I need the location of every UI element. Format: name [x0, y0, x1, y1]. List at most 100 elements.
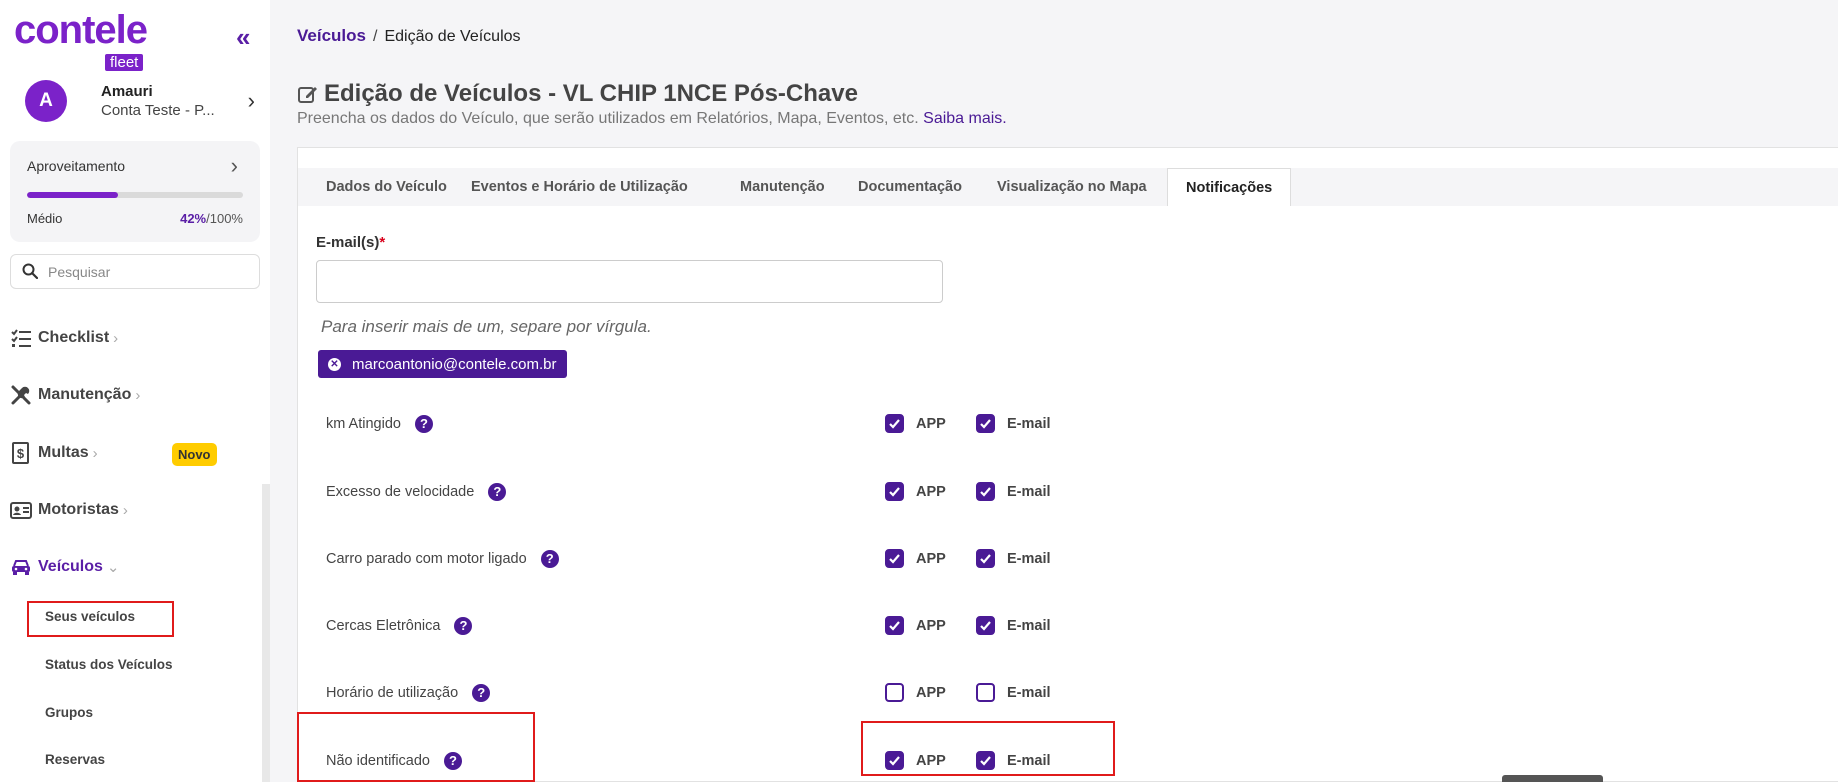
- fine-ticket-icon: $: [12, 442, 29, 464]
- app-checkbox-label: APP: [916, 550, 946, 567]
- edit-icon: [298, 87, 317, 103]
- app-checkbox[interactable]: APP: [885, 683, 946, 702]
- checkbox-box[interactable]: [885, 549, 904, 568]
- page-subtitle: Preencha os dados do Veículo, que serão …: [297, 110, 1007, 128]
- chevron-down-icon: ⌄: [106, 559, 120, 576]
- user-profile[interactable]: A Amauri Conta Teste - P... ›: [25, 80, 255, 124]
- app-checkbox[interactable]: APP: [885, 482, 946, 501]
- notification-label: Excesso de velocidade?: [326, 483, 507, 501]
- checkmark-icon: [980, 554, 991, 564]
- breadcrumb-separator: /: [372, 28, 378, 45]
- notification-label: Carro parado com motor ligado?: [326, 550, 559, 568]
- app-checkbox[interactable]: APP: [885, 414, 946, 433]
- usage-card[interactable]: Aproveitamento › Médio 42%/100%: [10, 141, 260, 242]
- page-subtitle-text: Preencha os dados do Veículo, que serão …: [297, 110, 919, 127]
- highlight-box: [27, 601, 174, 637]
- logo-text: contele: [14, 8, 148, 52]
- sidebar-item-multas[interactable]: $ Multas ›: [10, 438, 98, 468]
- app-checkbox-label: APP: [916, 617, 946, 634]
- email-hint: Para inserir mais de um, separe por vírg…: [321, 317, 652, 336]
- help-icon[interactable]: ?: [488, 483, 507, 501]
- notification-label-text: Cercas Eletrônica: [326, 618, 441, 634]
- sidebar-item-manutencao[interactable]: Manutenção ›: [10, 380, 140, 410]
- email-label: E-mail(s)*: [316, 234, 385, 251]
- sidebar-item-label: Motoristas: [38, 501, 119, 518]
- sidebar-item-motoristas[interactable]: Motoristas ›: [10, 495, 128, 525]
- checkbox-box[interactable]: [885, 616, 904, 635]
- email-input[interactable]: [316, 260, 943, 303]
- checkbox-box[interactable]: [885, 683, 904, 702]
- usage-percent-total: /100%: [206, 211, 243, 226]
- email-checkbox-label: E-mail: [1007, 684, 1051, 701]
- app-checkbox[interactable]: APP: [885, 549, 946, 568]
- sidebar: contele fleet « A Amauri Conta Teste - P…: [0, 0, 270, 782]
- logo[interactable]: contele fleet: [14, 8, 148, 71]
- app-checkbox[interactable]: APP: [885, 616, 946, 635]
- notification-label: Horário de utilização?: [326, 684, 491, 702]
- sidebar-item-label: Veículos: [38, 558, 103, 575]
- checkbox-box[interactable]: [885, 414, 904, 433]
- email-checkbox[interactable]: E-mail: [976, 482, 1051, 501]
- car-icon: [12, 560, 30, 575]
- tab-documentacao[interactable]: Documentação: [840, 168, 980, 206]
- usage-percent: 42%/100%: [180, 211, 243, 226]
- notification-label-text: km Atingido: [326, 416, 401, 432]
- search-input[interactable]: [48, 261, 248, 283]
- collapse-sidebar-button[interactable]: «: [236, 22, 250, 53]
- sidebar-item-label: Checklist: [38, 329, 110, 346]
- tab-dados-veiculo[interactable]: Dados do Veículo: [308, 168, 465, 206]
- notification-row: Carro parado com motor ligado? APP E-mail: [298, 545, 1198, 575]
- checkmark-icon: [980, 419, 991, 429]
- sidebar-item-veiculos[interactable]: Veículos ⌄: [10, 552, 120, 582]
- chevron-right-icon: ›: [122, 501, 128, 519]
- sidebar-subitem-grupos[interactable]: Grupos: [45, 705, 93, 720]
- tools-icon: [11, 385, 31, 405]
- sidebar-item-checklist[interactable]: Checklist ›: [10, 323, 118, 353]
- notification-label-text: Excesso de velocidade: [326, 484, 475, 500]
- tab-visualizacao-mapa[interactable]: Visualização no Mapa: [979, 168, 1165, 206]
- tab-manutencao[interactable]: Manutenção: [722, 168, 843, 206]
- double-chevron-left-icon: «: [236, 22, 251, 52]
- checkbox-box[interactable]: [976, 482, 995, 501]
- sidebar-subitem-reservas[interactable]: Reservas: [45, 752, 105, 767]
- checkmark-icon: [889, 621, 900, 631]
- app-checkbox-label: APP: [916, 483, 946, 500]
- sidebar-scrollbar[interactable]: [262, 484, 270, 782]
- email-checkbox[interactable]: E-mail: [976, 549, 1051, 568]
- checkbox-box[interactable]: [976, 549, 995, 568]
- checkmark-icon: [889, 419, 900, 429]
- notification-row: Horário de utilização? APP E-mail: [298, 679, 1198, 709]
- breadcrumb-link-veiculos[interactable]: Veículos: [297, 26, 366, 45]
- search-box[interactable]: [10, 254, 260, 289]
- tab-eventos-horario[interactable]: Eventos e Horário de Utilização: [453, 168, 706, 206]
- checkbox-box[interactable]: [976, 683, 995, 702]
- email-tag[interactable]: ✕ marcoantonio@contele.com.br: [318, 350, 567, 378]
- floating-widget-tab[interactable]: [1502, 775, 1603, 782]
- help-icon[interactable]: ?: [540, 550, 559, 568]
- help-icon[interactable]: ?: [472, 684, 491, 702]
- checkbox-box[interactable]: [976, 616, 995, 635]
- help-icon[interactable]: ?: [454, 617, 473, 635]
- checkbox-box[interactable]: [976, 414, 995, 433]
- usage-progress-fill: [27, 192, 118, 198]
- learn-more-link[interactable]: Saiba mais.: [923, 110, 1007, 127]
- notification-label-text: Horário de utilização: [326, 685, 459, 701]
- remove-tag-icon[interactable]: ✕: [328, 357, 341, 371]
- email-checkbox[interactable]: E-mail: [976, 616, 1051, 635]
- page-title-text: Edição de Veículos - VL CHIP 1NCE Pós-Ch…: [324, 80, 858, 107]
- sidebar-subitem-status-veiculos[interactable]: Status dos Veículos: [45, 657, 173, 672]
- usage-level: Médio: [27, 211, 63, 226]
- email-checkbox[interactable]: E-mail: [976, 683, 1051, 702]
- tab-notificacoes[interactable]: Notificações: [1167, 168, 1292, 206]
- main-content: Veículos / Edição de Veículos Edição de Ve…: [270, 0, 1838, 782]
- notification-row: km Atingido? APP E-mail: [298, 410, 1198, 440]
- notification-label-text: Carro parado com motor ligado: [326, 551, 527, 567]
- help-icon[interactable]: ?: [414, 415, 433, 433]
- checkbox-box[interactable]: [885, 482, 904, 501]
- email-checkbox[interactable]: E-mail: [976, 414, 1051, 433]
- chevron-right-icon: ›: [230, 153, 238, 178]
- search-icon: [22, 263, 38, 279]
- breadcrumb: Veículos / Edição de Veículos: [297, 26, 521, 46]
- notification-label: km Atingido?: [326, 415, 433, 433]
- chevron-right-icon: ›: [92, 444, 98, 462]
